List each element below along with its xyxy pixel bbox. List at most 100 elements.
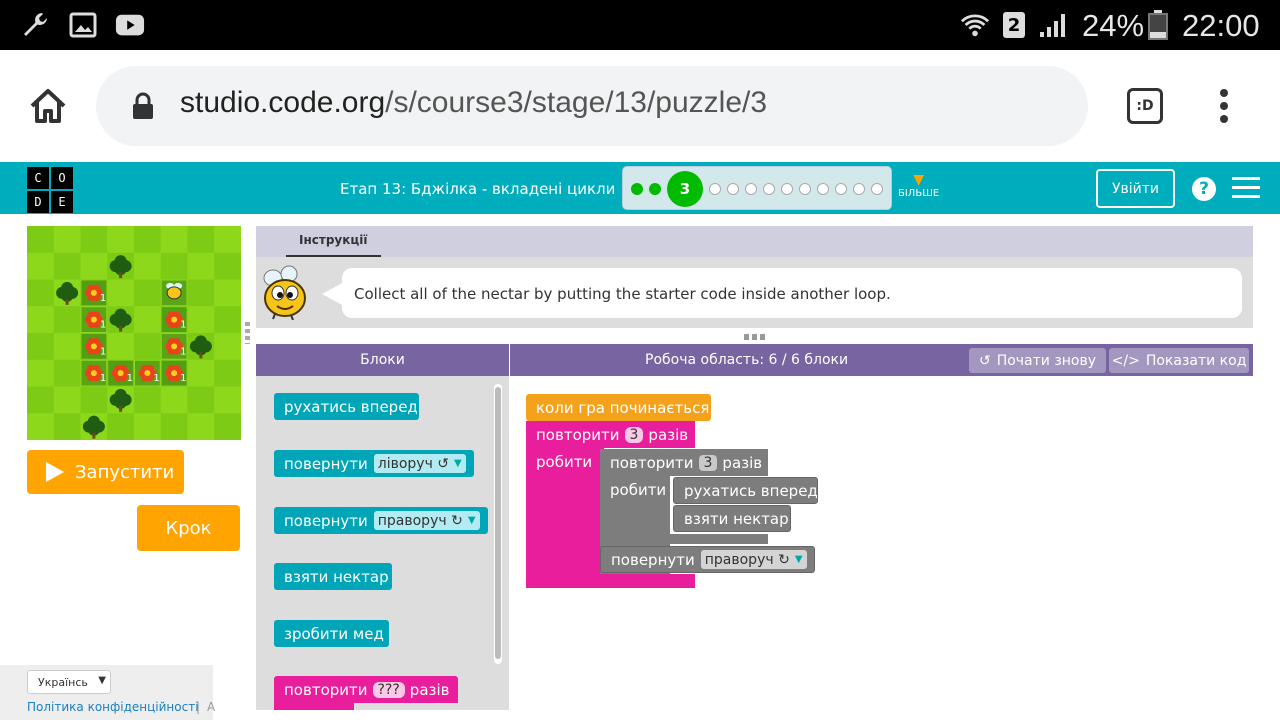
inner-repeat-label: повторити [610, 453, 694, 472]
block-get-nectar-placed[interactable]: взяти нектар [673, 505, 791, 532]
block-inner-repeat[interactable]: повторити 3 разів [600, 449, 768, 476]
step-button[interactable]: Крок [137, 505, 240, 551]
maze-tile [187, 413, 215, 440]
maze-tile [27, 386, 55, 414]
block-repeat-suffix: разів [409, 680, 450, 699]
maze-tile [187, 252, 215, 280]
show-code-button[interactable]: </> Показати код [1109, 348, 1249, 373]
turn-direction-dropdown[interactable]: ліворуч ↺ ▼ [373, 454, 466, 473]
flower-count: 1 [180, 320, 186, 331]
maze-tile [53, 306, 81, 334]
language-select[interactable]: Українсь ▼ [27, 670, 111, 694]
progress-dot[interactable] [745, 183, 757, 195]
browser-toolbar: studio.code.org/s/course3/stage/13/puzzl… [0, 50, 1280, 162]
maze-canvas: 1 1 1 1 1 1 1 1 1 [27, 226, 241, 440]
block-make-honey[interactable]: зробити мед [274, 620, 389, 647]
maze-tile [53, 386, 81, 414]
maze-tile [187, 306, 215, 334]
maze-tile [187, 279, 215, 307]
maze-tile [134, 413, 162, 440]
maze-tile [214, 333, 241, 361]
flower-count: 1 [100, 293, 106, 304]
signin-button[interactable]: Увійти [1096, 169, 1175, 208]
chevron-down-icon: ▼ [98, 675, 106, 686]
block-turn-left[interactable]: повернути ліворуч ↺ ▼ [274, 450, 474, 477]
tab-instructions[interactable]: Інструкції [286, 226, 381, 257]
code-logo[interactable]: C O D E [27, 167, 73, 213]
maze-tile [80, 252, 108, 280]
progress-dot[interactable] [835, 183, 847, 195]
clock: 22:00 [1182, 8, 1260, 43]
progress-dot-done[interactable] [649, 183, 661, 195]
turn-left-value: ліворуч ↺ [377, 455, 450, 472]
progress-dot[interactable] [799, 183, 811, 195]
url-host: studio.code.org [180, 86, 386, 119]
progress-current[interactable]: 3 [667, 171, 703, 207]
flower-count: 1 [153, 373, 159, 384]
inner-do-label: робити [610, 481, 667, 499]
progress-dot-done[interactable] [631, 183, 643, 195]
maze-tile [27, 306, 55, 334]
resize-handle[interactable] [744, 334, 766, 340]
progress-dot[interactable] [709, 183, 721, 195]
home-icon[interactable] [28, 86, 68, 126]
progress-dot[interactable] [817, 183, 829, 195]
maze-tile [187, 386, 215, 414]
inner-repeat-count[interactable]: 3 [698, 454, 718, 471]
footer-separator: | [196, 700, 201, 714]
block-turn-right[interactable]: повернути праворуч ↻ ▼ [274, 507, 488, 534]
bee-avatar-icon [261, 264, 307, 321]
sim-badge: 2 [1003, 12, 1025, 38]
maze-tile [214, 359, 241, 387]
turn-direction-dropdown[interactable]: праворуч ↻ ▼ [373, 511, 480, 530]
block-outer-repeat[interactable]: повторити 3 разів [526, 421, 695, 448]
run-button[interactable]: Запустити [27, 450, 184, 494]
block-move-forward[interactable]: рухатись вперед [274, 393, 419, 420]
progress-dot[interactable] [853, 183, 865, 195]
address-bar[interactable]: studio.code.org/s/course3/stage/13/puzzl… [96, 66, 1088, 146]
progress-dot[interactable] [727, 183, 739, 195]
maze-tile [80, 226, 108, 254]
play-icon [46, 462, 64, 482]
outer-do-label: робити [536, 453, 593, 471]
help-icon[interactable]: ? [1192, 177, 1216, 201]
block-repeat[interactable]: повторити ??? разів [274, 676, 458, 703]
vertical-resize-handle[interactable] [245, 322, 250, 344]
progress-dot[interactable] [871, 183, 883, 195]
turn-direction-dropdown[interactable]: праворуч ↻ ▼ [700, 550, 807, 569]
start-over-button[interactable]: ↺ Почати знову [969, 348, 1106, 373]
maze-tile [187, 359, 215, 387]
start-over-label: Почати знову [996, 352, 1097, 369]
footer-link-truncated[interactable]: А [207, 700, 215, 714]
stage-title[interactable]: Етап 13: Бджілка - вкладені цикли [340, 180, 615, 198]
block-turn-right-placed[interactable]: повернути праворуч ↻ ▼ [600, 546, 815, 573]
workspace-title: Робоча область: 6 / 6 блоки [645, 352, 849, 368]
hamburger-menu-icon[interactable] [1232, 177, 1260, 199]
maze-tile [134, 386, 162, 414]
maze-tile [80, 386, 108, 414]
maze-tile [160, 386, 188, 414]
block-move-forward-placed[interactable]: рухатись вперед [673, 477, 818, 504]
outer-repeat-count[interactable]: 3 [624, 426, 644, 443]
instructions-text: Collect all of the nectar by putting the… [342, 268, 1242, 318]
logo-letter: C [27, 167, 49, 189]
menu-dots-icon[interactable] [1216, 88, 1232, 124]
maze-tile [214, 306, 241, 334]
code-icon: </> [1111, 352, 1140, 369]
block-get-nectar[interactable]: взяти нектар [274, 563, 392, 590]
progress-dot[interactable] [763, 183, 775, 195]
block-turn-left-label: повернути [284, 454, 368, 473]
toolbox-scrollbar[interactable] [494, 384, 502, 664]
block-when-run[interactable]: коли гра починається [526, 394, 711, 421]
status-bar: 2 24% 22:00 [0, 0, 1280, 50]
battery-percent: 24% [1082, 8, 1145, 43]
maze-tile [27, 359, 55, 387]
tab-switcher-button[interactable]: :D [1127, 88, 1163, 124]
maze-tile [134, 306, 162, 334]
repeat-count-field[interactable]: ??? [372, 681, 405, 698]
progress-dot[interactable] [781, 183, 793, 195]
maze-tile [53, 413, 81, 440]
more-button[interactable]: ▼ БІЛЬШЕ [898, 172, 939, 199]
privacy-link[interactable]: Політика конфіденційності [27, 700, 199, 714]
bubble-tail [322, 282, 344, 306]
